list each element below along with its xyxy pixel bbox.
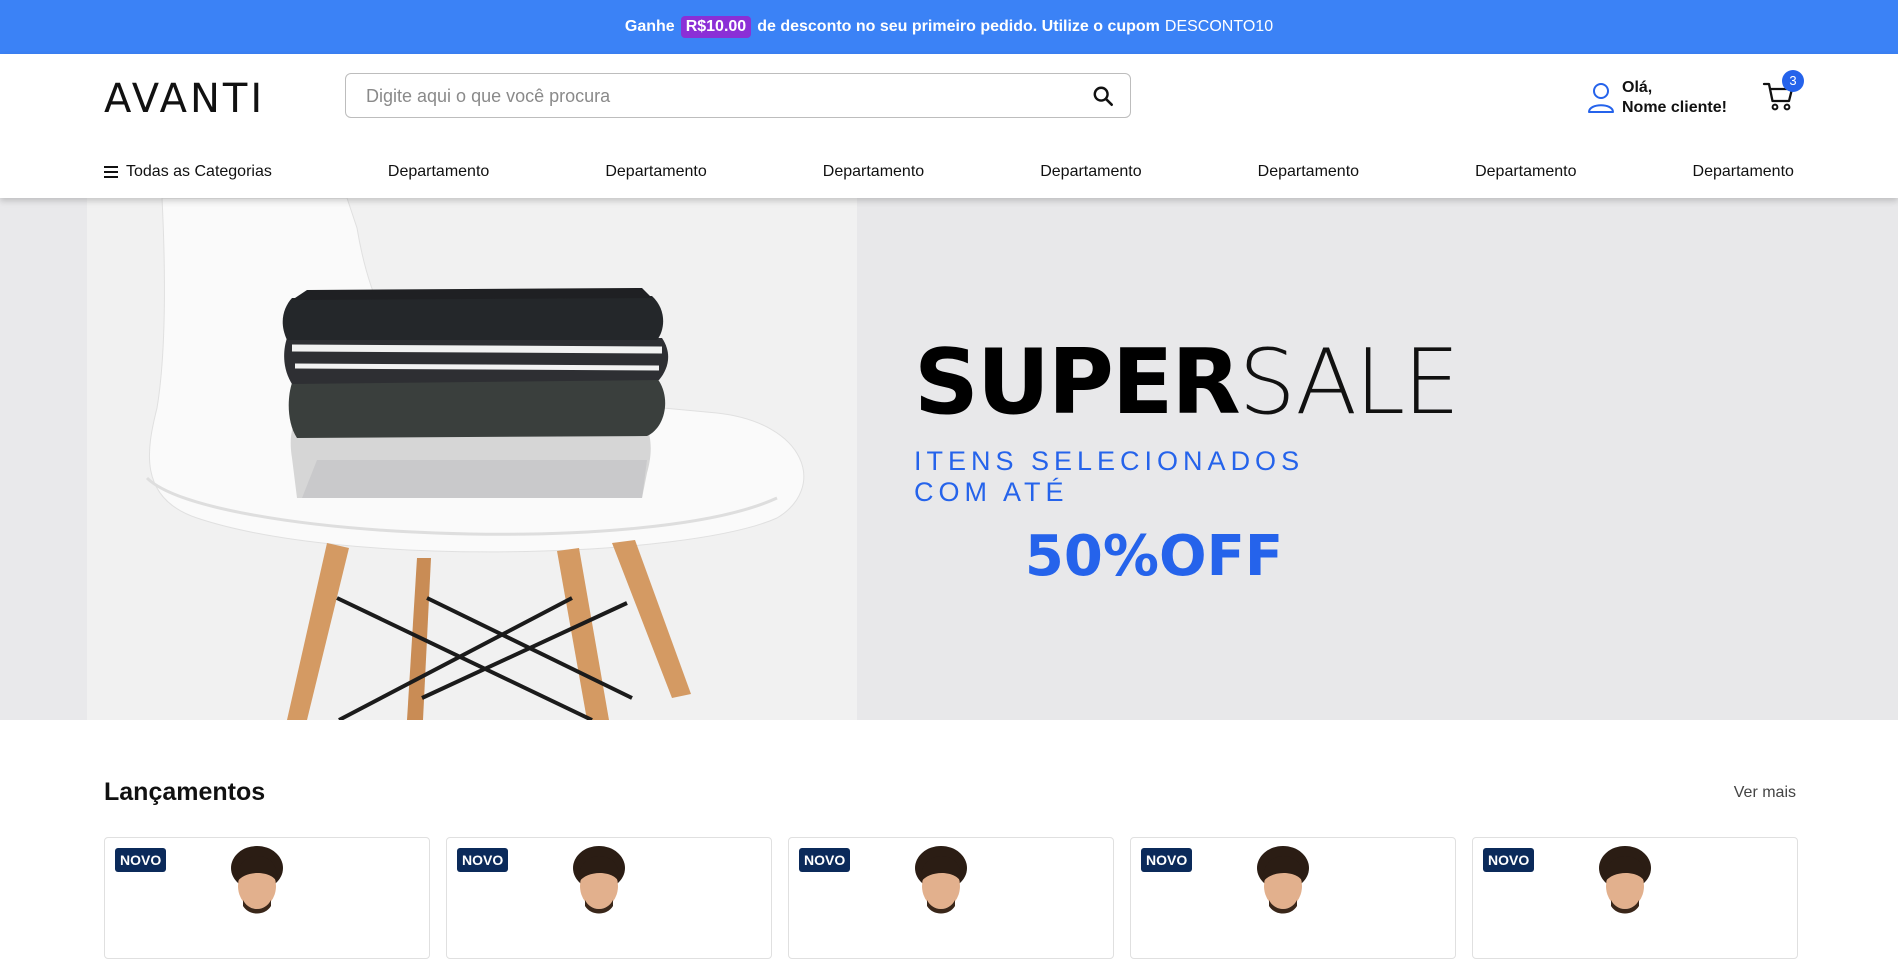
account-greeting: Olá, Nome cliente! (1622, 78, 1727, 118)
account-link[interactable]: Olá, Nome cliente! (1586, 78, 1727, 118)
greeting-line-1: Olá, (1622, 79, 1653, 96)
cart-button[interactable]: 3 (1762, 70, 1804, 112)
launches-title: Lançamentos (104, 778, 266, 806)
see-more-link[interactable]: Ver mais (1734, 784, 1796, 802)
hero-banner[interactable]: SUPERSALE ITENS SELECIONADOS COM ATÉ 50%… (0, 198, 1898, 720)
avanti-logo[interactable]: AVANTI (104, 76, 265, 122)
product-card[interactable]: NOVO (788, 837, 1114, 959)
menu-icon (104, 166, 118, 178)
nav-department-1[interactable]: Departamento (388, 163, 489, 181)
promo-coupon-code: DESCONTO10 (1164, 18, 1274, 35)
site-header: AVANTI Olá, Nome cliente! 3 Todas as Cat… (0, 54, 1898, 198)
promo-bar: Ganhe R$10.00 de desconto no seu primeir… (0, 0, 1898, 54)
sale-title-light: SALE (1238, 330, 1460, 435)
all-categories-label: Todas as Categorias (126, 163, 272, 180)
search-input[interactable] (364, 74, 1068, 119)
nav-department-6[interactable]: Departamento (1475, 163, 1576, 181)
nav-department-7[interactable]: Departamento (1693, 163, 1794, 181)
promo-text: de desconto no seu primeiro pedido. Util… (757, 18, 1160, 35)
launches-product-list: NOVO NOVO NOVO NOVO NOVO (104, 837, 1798, 959)
super-sale-block: SUPERSALE ITENS SELECIONADOS COM ATÉ 50%… (914, 338, 1460, 590)
search-icon[interactable] (1092, 85, 1114, 107)
nav-department-2[interactable]: Departamento (605, 163, 706, 181)
new-badge: NOVO (799, 848, 851, 872)
promo-prefix: Ganhe (624, 18, 675, 35)
new-badge: NOVO (1141, 848, 1193, 872)
product-card[interactable]: NOVO (104, 837, 430, 959)
product-card[interactable]: NOVO (446, 837, 772, 959)
category-nav: Todas as Categorias Departamento Departa… (104, 154, 1794, 190)
cart-count-badge: 3 (1782, 70, 1804, 92)
promo-amount-badge: R$10.00 (680, 16, 752, 38)
product-model-image (1257, 846, 1309, 914)
search-bar (345, 73, 1131, 119)
greeting-line-2: Nome cliente! (1622, 99, 1727, 116)
nav-department-4[interactable]: Departamento (1040, 163, 1141, 181)
sale-subtitle: ITENS SELECIONADOS COM ATÉ (914, 446, 1305, 507)
sale-discount: 50%OFF (1024, 524, 1284, 589)
product-card[interactable]: NOVO (1472, 837, 1798, 959)
product-model-image (231, 846, 283, 914)
product-model-image (1599, 846, 1651, 914)
new-badge: NOVO (1483, 848, 1535, 872)
product-model-image (573, 846, 625, 914)
all-categories-menu[interactable]: Todas as Categorias (104, 163, 272, 181)
nav-department-5[interactable]: Departamento (1258, 163, 1359, 181)
new-badge: NOVO (457, 848, 509, 872)
nav-department-3[interactable]: Departamento (823, 163, 924, 181)
product-model-image (915, 846, 967, 914)
product-card[interactable]: NOVO (1130, 837, 1456, 959)
hero-chair-clothes-image (0, 198, 857, 720)
new-badge: NOVO (115, 848, 167, 872)
sale-title: SUPERSALE (914, 338, 1460, 428)
user-icon (1588, 83, 1614, 113)
sale-title-bold: SUPER (914, 330, 1241, 435)
